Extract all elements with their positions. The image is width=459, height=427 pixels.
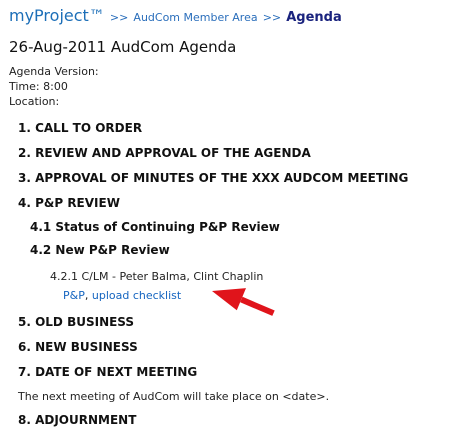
arrow-head bbox=[212, 288, 246, 311]
arrow-shaft bbox=[240, 296, 275, 316]
red-arrow-annotation bbox=[212, 288, 275, 316]
agenda-item-new-business: 6. NEW BUSINESS bbox=[18, 340, 138, 354]
next-meeting-note: The next meeting of AudCom will take pla… bbox=[18, 390, 330, 403]
agenda-item-old-business: 5. OLD BUSINESS bbox=[18, 315, 135, 329]
agenda-item-next-meeting-date: 7. DATE OF NEXT MEETING bbox=[18, 365, 198, 379]
agenda-page: myProject™ >> AudCom Member Area >> Agen… bbox=[0, 0, 459, 427]
agenda-item-adjournment: 8. ADJOURNMENT bbox=[18, 413, 137, 427]
